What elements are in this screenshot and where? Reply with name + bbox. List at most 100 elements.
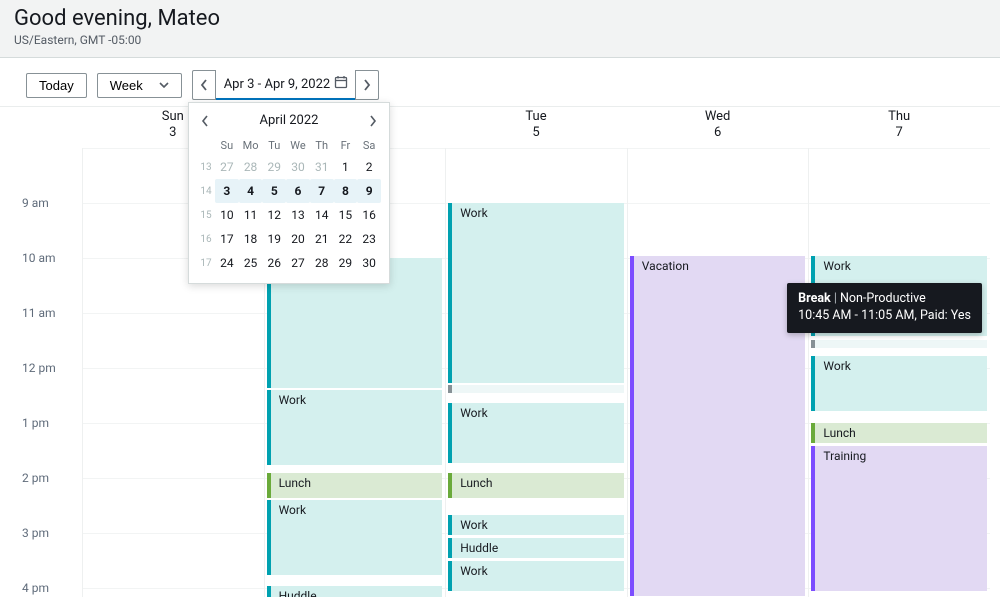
today-button[interactable]: Today xyxy=(26,73,87,98)
picker-day[interactable]: 6 xyxy=(286,179,310,203)
greeting-text: Good evening, Mateo xyxy=(14,6,986,31)
picker-week-number: 16 xyxy=(197,227,215,251)
picker-dow: Mo xyxy=(239,136,263,155)
picker-dow-row: Su Mo Tu We Th Fr Sa xyxy=(197,136,381,155)
calendar-event[interactable]: Huddle xyxy=(448,538,624,558)
picker-day[interactable]: 26 xyxy=(262,251,286,275)
calendar-event[interactable]: Work xyxy=(448,561,624,591)
time-label: 4 pm xyxy=(22,581,49,595)
picker-day[interactable]: 29 xyxy=(262,155,286,179)
calendar-event[interactable]: Work xyxy=(448,515,624,535)
picker-week-number: 15 xyxy=(197,203,215,227)
picker-day[interactable]: 21 xyxy=(310,227,334,251)
picker-dow: Th xyxy=(310,136,334,155)
chevron-down-icon xyxy=(159,82,169,88)
calendar-toolbar: Today Week Apr 3 - Apr 9, 2022 April 202… xyxy=(0,58,1000,107)
picker-day[interactable]: 11 xyxy=(239,203,263,227)
calendar-event[interactable]: Huddle xyxy=(267,586,443,597)
chevron-right-icon xyxy=(363,79,371,91)
picker-day[interactable]: 28 xyxy=(310,251,334,275)
picker-day[interactable]: 3 xyxy=(215,179,239,203)
picker-day[interactable]: 1 xyxy=(334,155,358,179)
picker-day[interactable]: 20 xyxy=(286,227,310,251)
calendar-event[interactable]: Training xyxy=(811,446,987,591)
picker-day[interactable]: 31 xyxy=(310,155,334,179)
date-range-input[interactable]: Apr 3 - Apr 9, 2022 xyxy=(216,70,356,100)
chevron-left-icon xyxy=(200,79,208,91)
view-selector[interactable]: Week xyxy=(97,73,182,98)
date-picker-popup: April 2022 Su Mo Tu We Th Fr Sa 13272829… xyxy=(188,102,390,284)
time-axis: 9 am 10 am 11 am 12 pm 1 pm 2 pm 3 pm 4 pm xyxy=(10,148,82,597)
picker-next-month[interactable] xyxy=(369,115,377,127)
page-header: Good evening, Mateo US/Eastern, GMT -05:… xyxy=(0,0,1000,58)
calendar-event[interactable] xyxy=(448,385,624,393)
tooltip-title: Break xyxy=(798,291,831,306)
time-label: 9 am xyxy=(22,196,49,210)
picker-week-number: 14 xyxy=(197,179,215,203)
calendar-event[interactable]: Vacation xyxy=(630,256,806,596)
day-headers-row: Sun3 Mon4 Tue5 Wed6 Thu7 xyxy=(10,103,990,148)
picker-day[interactable]: 8 xyxy=(334,179,358,203)
timezone-text: US/Eastern, GMT -05:00 xyxy=(14,33,986,47)
picker-day[interactable]: 5 xyxy=(262,179,286,203)
picker-week-number: 17 xyxy=(197,251,215,275)
picker-day[interactable]: 23 xyxy=(357,227,381,251)
picker-day[interactable]: 2 xyxy=(357,155,381,179)
picker-day[interactable]: 18 xyxy=(239,227,263,251)
next-week-button[interactable] xyxy=(355,70,379,100)
day-column-tue[interactable]: Work Work Lunch Work Huddle Work xyxy=(445,148,627,597)
picker-day[interactable]: 24 xyxy=(215,251,239,275)
tooltip-category: Non-Productive xyxy=(840,291,926,306)
picker-dow: Su xyxy=(215,136,239,155)
picker-day[interactable]: 4 xyxy=(239,179,263,203)
picker-dow: We xyxy=(286,136,310,155)
picker-day[interactable]: 9 xyxy=(357,179,381,203)
calendar-event[interactable] xyxy=(811,340,987,348)
picker-day[interactable]: 25 xyxy=(239,251,263,275)
picker-day[interactable]: 17 xyxy=(215,227,239,251)
day-header-thu[interactable]: Thu7 xyxy=(808,103,990,148)
time-label: 1 pm xyxy=(22,416,49,430)
time-label: 11 am xyxy=(22,306,56,320)
calendar-event[interactable]: Lunch xyxy=(811,423,987,443)
picker-day[interactable]: 10 xyxy=(215,203,239,227)
calendar-event[interactable]: Work xyxy=(267,500,443,575)
tooltip-details: 10:45 AM - 11:05 AM, Paid: Yes xyxy=(798,308,971,325)
calendar-event[interactable]: Work xyxy=(448,403,624,463)
event-tooltip: Break | Non-Productive 10:45 AM - 11:05 … xyxy=(787,283,982,333)
picker-day[interactable]: 12 xyxy=(262,203,286,227)
picker-day[interactable]: 15 xyxy=(334,203,358,227)
prev-week-button[interactable] xyxy=(192,70,216,100)
date-nav-group: Apr 3 - Apr 9, 2022 xyxy=(192,70,379,100)
picker-week-number: 13 xyxy=(197,155,215,179)
picker-day[interactable]: 19 xyxy=(262,227,286,251)
calendar-event[interactable]: Work xyxy=(267,390,443,465)
picker-day[interactable]: 16 xyxy=(357,203,381,227)
time-label: 12 pm xyxy=(22,361,56,375)
time-label: 3 pm xyxy=(22,526,49,540)
picker-day[interactable]: 30 xyxy=(286,155,310,179)
picker-day[interactable]: 28 xyxy=(239,155,263,179)
calendar-event[interactable]: Work xyxy=(811,356,987,411)
picker-day[interactable]: 22 xyxy=(334,227,358,251)
day-header-wed[interactable]: Wed6 xyxy=(627,103,809,148)
calendar-event[interactable]: Lunch xyxy=(448,473,624,498)
picker-day[interactable]: 13 xyxy=(286,203,310,227)
picker-day[interactable]: 29 xyxy=(334,251,358,275)
picker-dow: Fr xyxy=(334,136,358,155)
picker-day[interactable]: 27 xyxy=(215,155,239,179)
picker-day[interactable]: 14 xyxy=(310,203,334,227)
day-column-wed[interactable]: Vacation xyxy=(627,148,809,597)
calendar-event[interactable]: Work xyxy=(448,203,624,383)
calendar-event[interactable]: Lunch xyxy=(267,473,443,498)
picker-day[interactable]: 30 xyxy=(357,251,381,275)
picker-day[interactable]: 7 xyxy=(310,179,334,203)
picker-prev-month[interactable] xyxy=(201,115,209,127)
calendar-icon xyxy=(334,75,348,93)
picker-month-title: April 2022 xyxy=(260,113,319,128)
day-header-tue[interactable]: Tue5 xyxy=(445,103,627,148)
picker-day[interactable]: 27 xyxy=(286,251,310,275)
day-column-thu[interactable]: WorkWorkLunchTraining xyxy=(808,148,990,597)
time-label: 10 am xyxy=(22,251,56,265)
time-label: 2 pm xyxy=(22,471,49,485)
